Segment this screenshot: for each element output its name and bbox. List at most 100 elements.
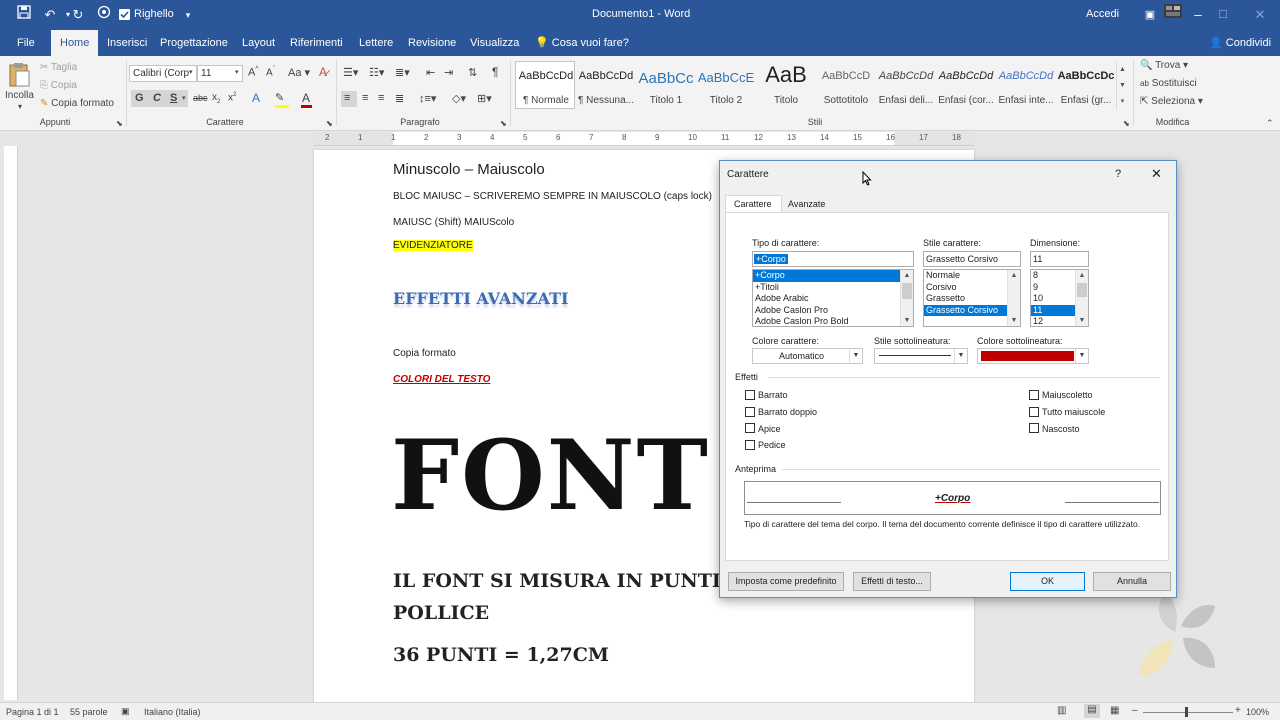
font-name-list[interactable]: +Corpo +Titoli Adobe Arabic Adobe Caslon Pr…	[752, 269, 914, 327]
font-name-dropdown-icon[interactable]: ▾	[189, 68, 193, 76]
zoom-out-icon[interactable]: –	[1132, 705, 1138, 716]
font-size-list[interactable]: 8 9 10 11 12 ▲ ▼	[1030, 269, 1089, 327]
font-style-option[interactable]: Corsivo	[924, 282, 1020, 294]
underline-style-combo[interactable]: ▼	[874, 348, 968, 364]
web-layout-icon[interactable]: ▦	[1110, 705, 1119, 716]
tab-file[interactable]: File	[8, 30, 44, 56]
tab-layout[interactable]: Layout	[233, 30, 284, 56]
clear-formatting-icon[interactable]: A̷	[319, 65, 327, 79]
zoom-in-icon[interactable]: +	[1235, 705, 1241, 716]
all-caps-checkbox[interactable]	[1029, 407, 1039, 417]
style-item[interactable]: AaBbCcDc Enfasi (gr...	[1056, 62, 1116, 110]
font-style-option[interactable]: Grassetto Corsivo	[924, 304, 1020, 316]
ruler-checkbox[interactable]	[119, 9, 130, 20]
zoom-slider[interactable]	[1143, 712, 1233, 713]
style-item[interactable]: AaBbCcDd Enfasi (cor...	[936, 62, 996, 110]
numbering-icon[interactable]: ☷▾	[369, 66, 384, 79]
change-case-icon[interactable]: Aa ▾	[288, 66, 310, 79]
touch-mode-icon[interactable]	[94, 5, 114, 25]
sort-icon[interactable]: ⇅	[468, 66, 477, 79]
size-list-scrollbar[interactable]: ▲ ▼	[1075, 270, 1088, 326]
underline-color-combo[interactable]: ▼	[977, 348, 1089, 364]
paragraph-launcher-icon[interactable]: ⬊	[500, 119, 507, 128]
strikethrough-checkbox[interactable]	[745, 390, 755, 400]
tab-lettere[interactable]: Lettere	[350, 30, 402, 56]
text-effects-button[interactable]: Effetti di testo...	[853, 572, 931, 591]
tab-riferimenti[interactable]: Riferimenti	[281, 30, 352, 56]
ok-button[interactable]: OK	[1010, 572, 1085, 591]
text-effects-icon[interactable]: A	[252, 91, 260, 105]
style-item[interactable]: AaBbCcDd Enfasi deli...	[876, 62, 936, 110]
paste-button[interactable]: Incolla	[5, 90, 34, 101]
double-strikethrough-checkbox[interactable]	[745, 407, 755, 417]
font-size-dropdown-icon[interactable]: ▾	[235, 68, 239, 76]
style-item[interactable]: AaBbCcE Titolo 2	[696, 62, 756, 110]
font-list-scrollbar[interactable]: ▲ ▼	[900, 270, 913, 326]
bold-button[interactable]: G	[135, 92, 144, 104]
style-item[interactable]: AaB Titolo	[756, 62, 816, 110]
avatar[interactable]	[1164, 4, 1182, 18]
tab-revisione[interactable]: Revisione	[399, 30, 465, 56]
highlight-icon[interactable]: ✎	[275, 91, 284, 104]
font-size-input[interactable]: 11	[1030, 251, 1089, 267]
tell-me-box[interactable]: 💡 Cosa vuoi fare?	[526, 30, 638, 56]
format-painter-button[interactable]: ✎ Copia formato	[40, 98, 114, 109]
minimize-icon[interactable]: –	[1188, 5, 1208, 25]
print-layout-icon[interactable]: ▤	[1084, 704, 1100, 718]
superscript-checkbox[interactable]	[745, 423, 755, 433]
vertical-ruler[interactable]	[4, 146, 18, 700]
help-button[interactable]: ?	[1115, 168, 1121, 180]
strikethrough-icon[interactable]: abc	[193, 93, 208, 103]
status-page[interactable]: Pagina 1 di 1	[6, 707, 59, 717]
zoom-level[interactable]: 100%	[1246, 707, 1269, 717]
subscript-icon[interactable]: x2	[212, 92, 220, 105]
align-center-icon[interactable]: ≡	[362, 92, 368, 104]
ribbon-display-icon[interactable]: ▣	[1140, 5, 1160, 25]
font-style-input[interactable]: Grassetto Corsivo	[923, 251, 1021, 267]
hidden-checkbox[interactable]	[1029, 423, 1039, 433]
sign-in-link[interactable]: Accedi	[1086, 8, 1119, 20]
font-name-option[interactable]: Adobe Arabic	[753, 293, 913, 305]
copy-button[interactable]: ⎘ Copia	[40, 80, 77, 91]
font-name-input[interactable]: +Corpo	[752, 251, 914, 267]
style-item[interactable]: AaBbCcDd ¶ Normale	[516, 62, 576, 110]
font-name-option[interactable]: +Titoli	[753, 282, 913, 294]
font-style-option[interactable]: Normale	[924, 270, 1020, 282]
tab-visualizza[interactable]: Visualizza	[461, 30, 528, 56]
close-icon[interactable]: ✕	[1250, 5, 1270, 25]
tab-carattere[interactable]: Carattere	[725, 195, 782, 213]
cancel-button[interactable]: Annulla	[1093, 572, 1171, 591]
replace-button[interactable]: ab Sostituisci	[1140, 78, 1197, 89]
tab-avanzate[interactable]: Avanzate	[788, 199, 825, 209]
align-left-icon[interactable]: ≡	[344, 92, 350, 104]
find-button[interactable]: 🔍 Trova ▾	[1140, 60, 1188, 71]
borders-icon[interactable]: ⊞▾	[477, 92, 492, 105]
read-mode-icon[interactable]: ▥	[1057, 705, 1066, 716]
horizontal-ruler[interactable]: 2 1 1 2 3 4 5 6 7 8 9 10 11 12 13 14 15 16 17 18	[314, 132, 974, 146]
font-name-option[interactable]: Adobe Caslon Pro Bold	[753, 316, 913, 326]
status-words[interactable]: 55 parole	[70, 707, 108, 717]
paste-dropdown-icon[interactable]: ▾	[18, 102, 22, 111]
style-item[interactable]: AaBbCcD Sottotitolo	[816, 62, 876, 110]
italic-button[interactable]: C	[153, 92, 161, 104]
font-name-option[interactable]: +Corpo	[753, 270, 913, 282]
font-style-list[interactable]: Normale Corsivo Grassetto Grassetto Corsivo…	[923, 269, 1021, 327]
customize-qat-icon[interactable]: ▾	[178, 5, 198, 25]
undo-icon[interactable]: ↶	[40, 5, 60, 25]
shading-icon[interactable]: ◇▾	[452, 92, 466, 105]
show-formatting-icon[interactable]: ¶	[492, 65, 498, 79]
status-language[interactable]: Italiano (Italia)	[144, 707, 201, 717]
set-default-button[interactable]: Imposta come predefinito	[728, 572, 844, 591]
increase-indent-icon[interactable]: ⇥	[444, 66, 453, 79]
bullets-icon[interactable]: ☰▾	[343, 66, 358, 79]
superscript-icon[interactable]: x2	[228, 92, 236, 103]
line-spacing-icon[interactable]: ↕≡▾	[419, 92, 436, 105]
multilevel-list-icon[interactable]: ≣▾	[395, 66, 410, 79]
select-button[interactable]: ⇱ Seleziona ▾	[1140, 96, 1203, 107]
tab-progettazione[interactable]: Progettazione	[151, 30, 237, 56]
justify-icon[interactable]: ≣	[395, 92, 404, 105]
font-name-combo[interactable]: Calibri (Corp	[129, 65, 197, 82]
maximize-icon[interactable]: ☐	[1213, 5, 1233, 25]
align-right-icon[interactable]: ≡	[378, 92, 384, 104]
save-icon[interactable]	[14, 5, 34, 25]
